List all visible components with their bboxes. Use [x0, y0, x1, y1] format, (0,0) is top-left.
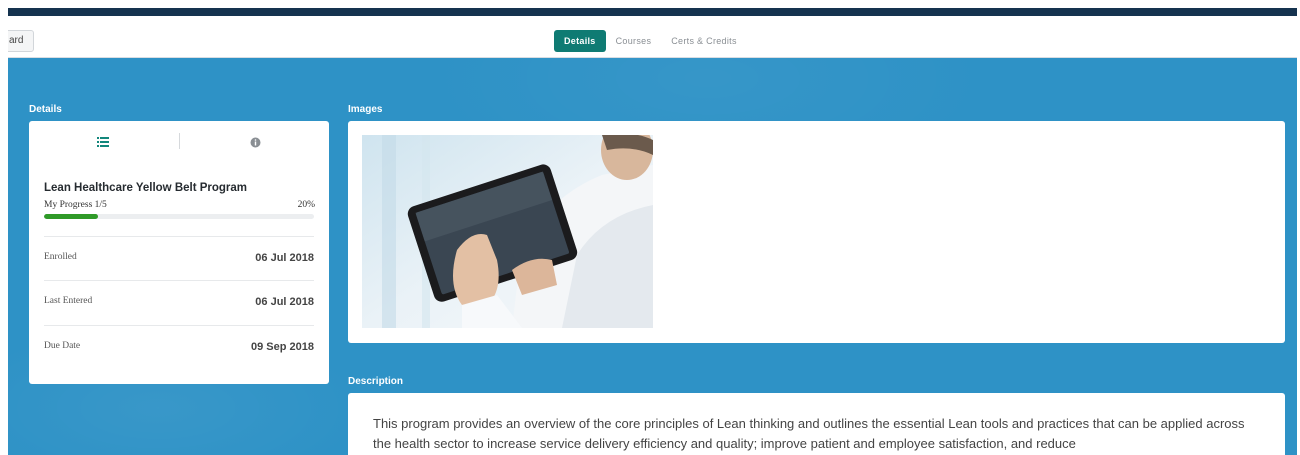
tab-courses[interactable]: Courses	[606, 30, 662, 52]
images-card	[348, 121, 1285, 343]
details-icon-tabs	[29, 121, 329, 161]
description-heading: Description	[348, 376, 404, 387]
progress-bar	[44, 214, 314, 219]
list-icon[interactable]	[93, 135, 113, 149]
main-content: Details Images Description Lean Healthca…	[8, 58, 1297, 455]
icon-tab-divider	[179, 133, 180, 149]
progress-bar-fill	[44, 214, 98, 219]
tab-certs-credits[interactable]: Certs & Credits	[661, 30, 747, 52]
due-date-row: Due Date 09 Sep 2018	[44, 325, 314, 369]
images-heading: Images	[348, 104, 383, 115]
last-entered-value: 06 Jul 2018	[255, 296, 314, 308]
description-text: This program provides an overview of the…	[373, 416, 1245, 451]
due-date-value: 09 Sep 2018	[251, 341, 314, 353]
program-image	[362, 135, 653, 328]
details-heading: Details	[29, 104, 62, 115]
description-card: This program provides an overview of the…	[348, 393, 1285, 455]
top-strip	[8, 8, 1297, 16]
enrolled-value: 06 Jul 2018	[255, 252, 314, 264]
back-button[interactable]: ard	[8, 30, 35, 52]
progress-percent: 20%	[297, 200, 315, 210]
enrolled-label: Enrolled	[44, 252, 77, 262]
progress-label: My Progress 1/5	[44, 200, 107, 210]
program-title: Lean Healthcare Yellow Belt Program	[44, 182, 248, 194]
tab-list: Details Courses Certs & Credits	[554, 30, 747, 52]
tab-details[interactable]: Details	[554, 30, 606, 52]
last-entered-label: Last Entered	[44, 296, 93, 306]
info-icon[interactable]	[245, 135, 265, 149]
due-date-label: Due Date	[44, 341, 81, 351]
enrolled-row: Enrolled 06 Jul 2018	[44, 236, 314, 280]
last-entered-row: Last Entered 06 Jul 2018	[44, 280, 314, 324]
details-card: Lean Healthcare Yellow Belt Program My P…	[29, 121, 329, 384]
app-frame: ard Details Courses Certs & Credits Deta…	[8, 8, 1297, 455]
tab-bar: ard Details Courses Certs & Credits	[8, 16, 1297, 58]
